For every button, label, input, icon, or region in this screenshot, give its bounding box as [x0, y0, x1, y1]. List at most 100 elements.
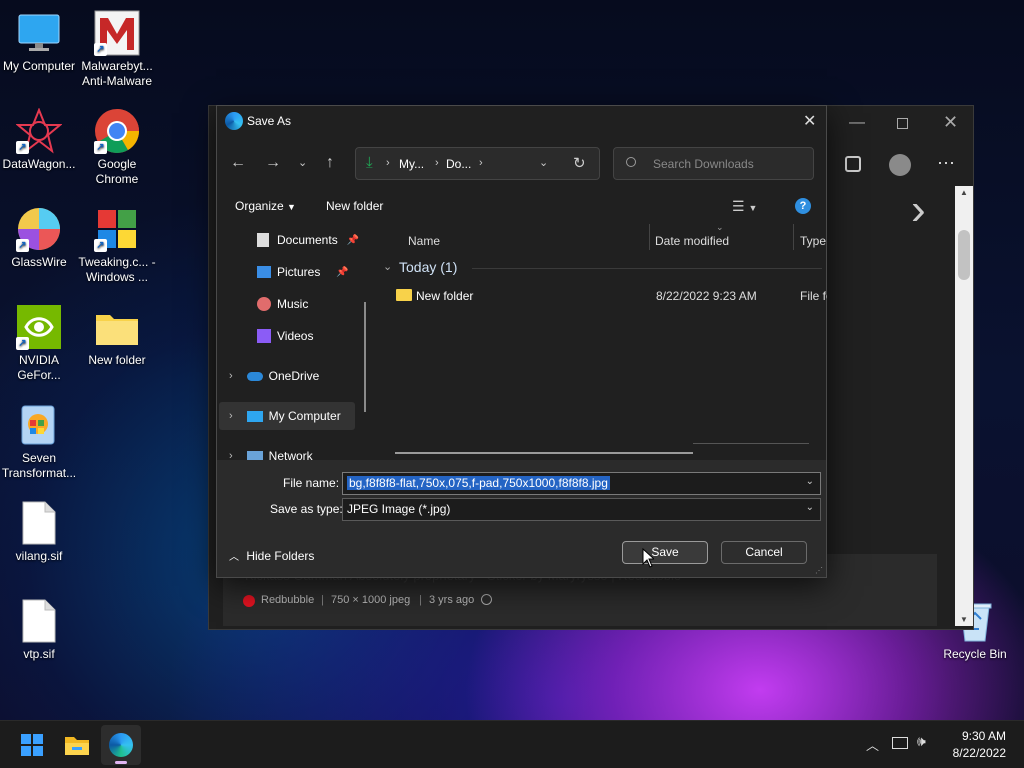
edge-taskbar-button[interactable]: [101, 725, 141, 765]
hide-folders-button[interactable]: ︿ Hide Folders: [229, 548, 314, 563]
save-button[interactable]: Save: [622, 541, 708, 564]
expand-chevron-icon[interactable]: ›: [229, 370, 233, 382]
refresh-icon[interactable]: ↻: [573, 154, 586, 172]
folder-icon: [94, 304, 140, 350]
save-as-type-value: JPEG Image (*.jpg): [347, 502, 451, 516]
nav-item-videos[interactable]: Videos: [217, 322, 367, 350]
chevron-down-icon[interactable]: ⌄: [298, 156, 307, 169]
desktop-icon-malwarebytes[interactable]: ↗ Malwarebyt... Anti-Malware: [77, 10, 157, 89]
search-input[interactable]: Search Downloads: [653, 157, 754, 171]
breadcrumb-item[interactable]: Do...: [446, 157, 471, 171]
chevron-up-icon[interactable]: ︿: [866, 735, 879, 754]
address-bar[interactable]: ⤓ › My... › Do... › ⌄ ↻: [355, 147, 600, 180]
help-icon[interactable]: ?: [795, 198, 811, 214]
column-header-date[interactable]: Date modified: [655, 234, 729, 248]
close-icon[interactable]: ✕: [803, 111, 816, 131]
clock-time[interactable]: 9:30 AM: [956, 729, 1006, 743]
videos-icon: [257, 329, 271, 343]
breadcrumb-item[interactable]: My...: [399, 157, 424, 171]
desktop-icon-label: New folder: [88, 353, 146, 367]
volume-icon[interactable]: 🕪: [917, 733, 926, 750]
save-as-type-label: Save as type:: [270, 502, 343, 516]
nav-item-onedrive[interactable]: › OneDrive: [217, 362, 367, 390]
resize-grip-icon[interactable]: ⋰: [815, 566, 823, 575]
search-box[interactable]: Search Downloads: [613, 147, 814, 180]
nav-scrollbar[interactable]: [364, 302, 366, 412]
desktop-icon-label: Recycle Bin: [943, 647, 1007, 661]
horizontal-scrollbar[interactable]: [395, 452, 693, 454]
profile-avatar[interactable]: [889, 154, 911, 176]
nav-item-pictures[interactable]: Pictures 📌: [217, 258, 367, 286]
windows-logo-icon: [21, 734, 43, 756]
tweaking-icon: ↗: [94, 206, 140, 252]
breadcrumb-separator: ›: [479, 157, 483, 169]
pin-icon[interactable]: 📌: [336, 267, 348, 278]
caret-down-icon: ▼: [287, 202, 296, 212]
minimize-icon[interactable]: —: [849, 114, 869, 138]
new-folder-button[interactable]: New folder: [326, 199, 383, 213]
history-icon: [481, 594, 492, 605]
clock-date[interactable]: 8/22/2022: [944, 746, 1006, 760]
download-icon: ⤓: [366, 154, 373, 171]
desktop-icon-vilang-sif[interactable]: vilang.sif: [0, 500, 79, 564]
desktop-icon-my-computer[interactable]: My Computer: [0, 10, 79, 74]
close-window-icon[interactable]: ✕: [943, 112, 958, 133]
desktop-icon-glasswire[interactable]: ↗ GlassWire: [0, 206, 79, 270]
desktop-icon-nvidia[interactable]: ↗ NVIDIA GeFor...: [0, 304, 79, 383]
desktop-icon-new-folder[interactable]: New folder: [77, 304, 157, 368]
pin-icon[interactable]: 📌: [347, 235, 359, 246]
desktop-icon-datawagon[interactable]: ↗ DataWagon...: [0, 108, 79, 172]
maximize-icon[interactable]: [897, 118, 908, 129]
back-icon[interactable]: ←: [230, 154, 246, 172]
expand-chevron-icon[interactable]: ›: [229, 410, 233, 422]
nav-item-network[interactable]: › Network: [217, 442, 367, 460]
search-icon: [626, 157, 636, 167]
next-arrow-icon[interactable]: ›: [911, 188, 926, 232]
address-dropdown-icon[interactable]: ⌄: [539, 156, 548, 169]
view-options-icon[interactable]: ☰ ▼: [732, 198, 757, 215]
file-explorer-button[interactable]: [57, 725, 97, 765]
save-as-dialog[interactable]: Save As ✕ ← → ⌄ ↑ ⤓ › My... › Do... › ⌄ …: [216, 105, 827, 578]
nav-label: OneDrive: [268, 369, 320, 383]
up-icon[interactable]: ↑: [326, 154, 334, 172]
organize-button[interactable]: Organize ▼: [235, 199, 296, 213]
scrollbar[interactable]: ▲ ▼: [955, 186, 973, 626]
breadcrumb-separator: ›: [435, 157, 439, 169]
cancel-button[interactable]: Cancel: [721, 541, 807, 564]
expand-chevron-icon[interactable]: ›: [229, 450, 233, 460]
nav-item-music[interactable]: Music: [217, 290, 367, 318]
more-options-icon[interactable]: ⋯: [937, 153, 955, 174]
collections-icon[interactable]: [845, 156, 861, 172]
bottom-panel: File name: bg,f8f8f8-flat,750x,075,f-pad…: [217, 460, 826, 577]
redbubble-icon: [243, 595, 255, 607]
chevron-down-icon[interactable]: ⌄: [806, 502, 814, 513]
desktop-icon-label: My Computer: [2, 59, 76, 73]
group-collapse-icon[interactable]: ⌄: [383, 260, 392, 273]
separator: |: [321, 594, 324, 606]
sort-arrow-icon: ⌄: [716, 224, 724, 232]
desktop-icon-seven-transformation[interactable]: Seven Transformat...: [0, 402, 79, 481]
save-as-type-select[interactable]: JPEG Image (*.jpg) ⌄: [342, 498, 821, 521]
chevron-down-icon[interactable]: ⌄: [806, 476, 814, 487]
network-status-icon[interactable]: [892, 737, 908, 749]
column-header-type[interactable]: Type: [800, 234, 826, 248]
file-list[interactable]: Name ⌄ Date modified Type ⌄ Today (1) Ne…: [377, 224, 827, 460]
navigation-pane[interactable]: Documents 📌 Pictures 📌 Music Videos › On…: [217, 224, 374, 460]
column-header-name[interactable]: Name: [408, 234, 440, 248]
chrome-icon: ↗: [94, 108, 140, 154]
nav-label: Documents: [277, 233, 338, 247]
desktop-icon-tweaking[interactable]: ↗ Tweaking.c... - Windows ...: [77, 206, 157, 285]
start-button[interactable]: [12, 725, 52, 765]
forward-icon[interactable]: →: [265, 154, 281, 172]
desktop-icon-google-chrome[interactable]: ↗ Google Chrome: [77, 108, 157, 187]
nav-item-my-computer[interactable]: › My Computer: [219, 402, 355, 430]
dialog-title: Save As: [247, 114, 292, 128]
group-header[interactable]: Today (1): [399, 259, 457, 275]
file-row[interactable]: New folder 8/22/2022 9:23 AM File fo: [377, 286, 827, 308]
shortcut-arrow-icon: ↗: [16, 141, 29, 154]
nav-label: Videos: [277, 329, 314, 343]
desktop-icon-vtp-sif[interactable]: vtp.sif: [0, 598, 79, 662]
file-name-input[interactable]: bg,f8f8f8-flat,750x,075,f-pad,750x1000,f…: [342, 472, 821, 495]
column-divider: [793, 224, 794, 250]
nav-item-documents[interactable]: Documents 📌: [217, 226, 367, 254]
